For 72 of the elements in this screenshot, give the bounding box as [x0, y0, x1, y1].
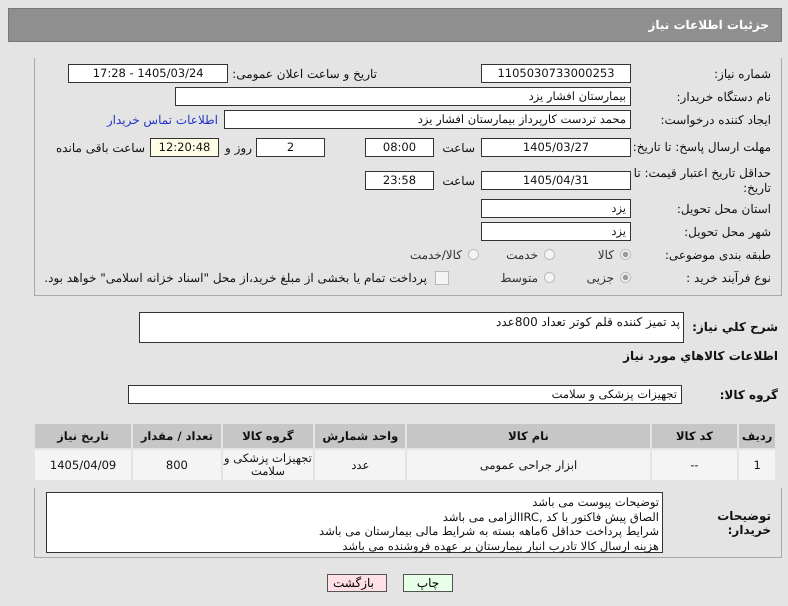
buyer-contact-link[interactable]: اطلاعات تماس خریدار	[106, 112, 218, 126]
field-label: شرح کلي نياز:	[691, 319, 779, 334]
column-header: تعداد / مقدار	[132, 423, 222, 449]
column-header: کد کالا	[650, 423, 738, 449]
deadline-time-field: 08:00	[365, 138, 434, 157]
table-cell: تجهیزات پزشکی و سلامت	[222, 449, 314, 481]
column-header: نام کالا	[406, 423, 651, 449]
announce-date-field: 1405/03/24 - 17:28	[68, 64, 228, 83]
radio-icon[interactable]	[544, 272, 555, 283]
table-cell: 1405/04/09	[34, 449, 132, 481]
table-cell: --	[650, 449, 738, 481]
field-label: حداقل تاریخ اعتبار قیمت: تا تاریخ:	[632, 166, 772, 196]
field-label: ایجاد کننده درخواست:	[659, 112, 772, 126]
column-header: تاریخ نیاز	[34, 423, 132, 449]
checkbox-label: پرداخت تمام یا بخشی از مبلغ خرید،از محل "اسناد خزانه اسلامی" خواهد بود.	[44, 270, 427, 284]
field-label: شماره نیاز:	[713, 66, 772, 80]
radio-option[interactable]: جزیی	[555, 270, 631, 284]
need-number-field: 1105030733000253	[481, 64, 631, 83]
option-label: کالا	[598, 248, 614, 262]
radio-icon[interactable]	[620, 249, 631, 260]
notes-line: الصاق پیش فاکتور با کد ,IRCالزامی می باشد	[442, 510, 659, 524]
radio-icon[interactable]	[468, 249, 479, 260]
field-label: روز و	[225, 140, 252, 154]
field-label: توضیحات خریدار:	[716, 508, 772, 536]
goods-group-field: تجهیزات پزشکی و سلامت	[128, 385, 682, 404]
notes-line: توضیحات پیوست می باشد	[531, 495, 659, 510]
creator-field: محمد تردست کارپرداز بیمارستان افشار یزد	[224, 110, 631, 129]
field-label: گروه کالا:	[718, 388, 779, 402]
field-label: طبقه بندی موضوعی:	[664, 248, 772, 262]
page-title: جزئیات اطلاعات نیاز	[648, 18, 769, 32]
option-label: جزیی	[586, 270, 614, 284]
validity-time-field: 23:58	[365, 171, 434, 190]
back-button[interactable]: بازگشت	[327, 574, 387, 592]
radio-option[interactable]: کالا	[555, 248, 631, 262]
print-button[interactable]: چاپ	[403, 574, 453, 592]
description-field[interactable]: پد تمیز کننده قلم کوتر تعداد 800عدد	[139, 312, 684, 343]
column-header: واحد شمارش	[314, 423, 406, 449]
checkbox[interactable]	[435, 270, 449, 284]
field-label: ساعت باقی مانده	[56, 140, 145, 154]
radio-option[interactable]: متوسط	[479, 270, 555, 284]
field-label: نام دستگاه خریدار:	[676, 90, 772, 104]
radio-option[interactable]: کالا/خدمت	[403, 248, 479, 262]
field-label: تاریخ و ساعت اعلان عمومی:	[232, 66, 377, 80]
buyer-org-field: بیمارستان افشار یزد	[175, 87, 631, 106]
field-label: ساعت	[441, 174, 475, 188]
field-label: نوع فرآیند خرید :	[685, 270, 772, 284]
notes-line: شرایط پرداخت حداقل 6ماهه بسته به شرایط مالی بیمارستان می باشد	[318, 524, 659, 538]
remaining-time-field: 12:20:48	[150, 138, 219, 157]
field-label: استان محل تحویل:	[676, 202, 772, 216]
radio-option[interactable]: خدمت	[479, 248, 555, 262]
option-label: کالا/خدمت	[410, 248, 462, 262]
section-heading: اطلاعات کالاهاي مورد نياز	[622, 349, 779, 363]
days-field: 2	[256, 138, 325, 157]
province-field: یزد	[481, 199, 631, 218]
validity-date-field: 1405/04/31	[481, 171, 631, 190]
radio-icon[interactable]	[544, 249, 555, 260]
city-field: یزد	[481, 222, 631, 241]
radio-icon[interactable]	[620, 272, 631, 283]
column-header: ردیف	[738, 423, 776, 449]
field-label: شهر محل تحویل:	[683, 224, 772, 238]
option-label: خدمت	[506, 248, 538, 262]
field-label: مهلت ارسال پاسخ: تا تاریخ:	[632, 140, 772, 155]
table-cell: 800	[132, 449, 222, 481]
buyer-notes-field[interactable]: توضیحات پیوست می باشد الصاق پیش فاکتور با کد ,IRCالزامی می باشد شرایط پرداخت حداقل 6ماهه بسته به شرایط مالی بیمارستان می باشد هزینه ارسال کالا تادرب انبار بیمارستان بر عهده فروشنده می باشد	[46, 492, 663, 553]
table-cell: ابزار جراحی عمومی	[406, 449, 651, 481]
table-cell: 1	[738, 449, 776, 481]
option-label: متوسط	[500, 270, 538, 284]
column-header: گروه کالا	[222, 423, 314, 449]
notes-line: هزینه ارسال کالا تادرب انبار بیمارستان بر عهده فروشنده می باشد	[341, 538, 659, 553]
field-label: ساعت	[441, 140, 475, 154]
deadline-date-field: 1405/03/27	[481, 138, 631, 157]
table-cell: عدد	[314, 449, 406, 481]
